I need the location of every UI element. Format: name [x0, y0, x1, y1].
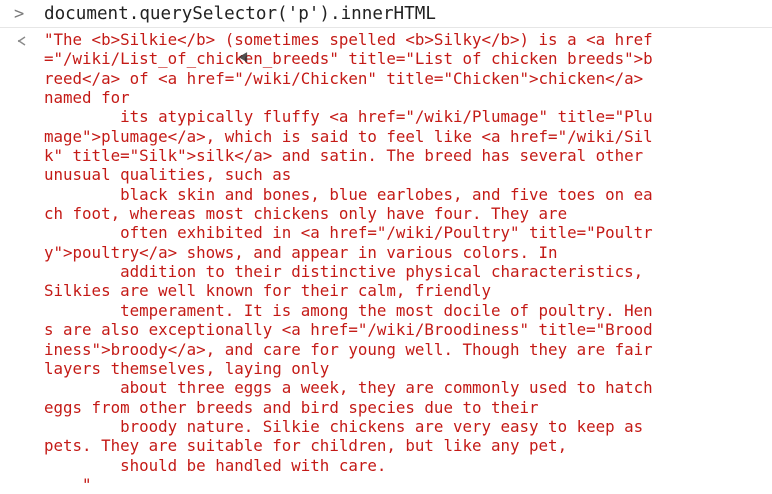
result-line: its atypically fluffy <a href="/wiki/Plu…: [44, 107, 653, 127]
result-line: s are also exceptionally <a href="/wiki/…: [44, 320, 653, 340]
result-line: should be handled with care.: [44, 455, 387, 475]
result-line: "The <b>Silkie</b> (sometimes spelled <b…: [44, 30, 653, 49]
result-line: iness">broody</a>, and care for young we…: [44, 339, 653, 359]
result-line: eggs from other breeds and bird species …: [44, 397, 539, 417]
result-line: k" title="Silk">silk</a> and satin. The …: [44, 146, 644, 166]
console-result-string[interactable]: "The <b>Silkie</b> (sometimes spelled <b…: [44, 30, 653, 494]
devtools-console: > document.querySelector('p').innerHTML …: [0, 0, 772, 494]
result-line: addition to their distinctive physical c…: [44, 262, 644, 282]
result-line: y">poultry</a> shows, and appear in vari…: [44, 242, 558, 262]
result-line: ="/wiki/List_of_chicken_breeds" title="L…: [44, 49, 653, 69]
console-output-row: "The <b>Silkie</b> (sometimes spelled <b…: [0, 28, 772, 494]
result-line: black skin and bones, blue earlobes, and…: [44, 184, 653, 204]
result-line: often exhibited in <a href="/wiki/Poultr…: [44, 223, 653, 243]
result-line: broody nature. Silkie chickens are very …: [44, 416, 644, 436]
result-line: unusual qualities, such as: [44, 165, 292, 185]
result-line: about three eggs a week, they are common…: [44, 378, 653, 398]
result-line: ": [44, 474, 92, 494]
result-line: pets. They are suitable for children, bu…: [44, 436, 568, 456]
result-line: mage">plumage</a>, which is said to feel…: [44, 126, 653, 146]
result-line: named for: [44, 88, 130, 108]
result-line: temperament. It is among the most docile…: [44, 300, 653, 320]
console-command-text[interactable]: document.querySelector('p').innerHTML: [44, 3, 436, 25]
result-line: Silkies are well known for their calm, f…: [44, 281, 491, 301]
console-input-row[interactable]: > document.querySelector('p').innerHTML: [0, 0, 772, 28]
return-arrow-icon: [16, 35, 28, 47]
result-line: reed</a> of <a href="/wiki/Chicken" titl…: [44, 68, 644, 88]
result-line: layers themselves, laying only: [44, 358, 330, 378]
result-line: ch foot, whereas most chickens only have…: [44, 204, 568, 224]
chevron-right-icon: >: [14, 4, 25, 24]
